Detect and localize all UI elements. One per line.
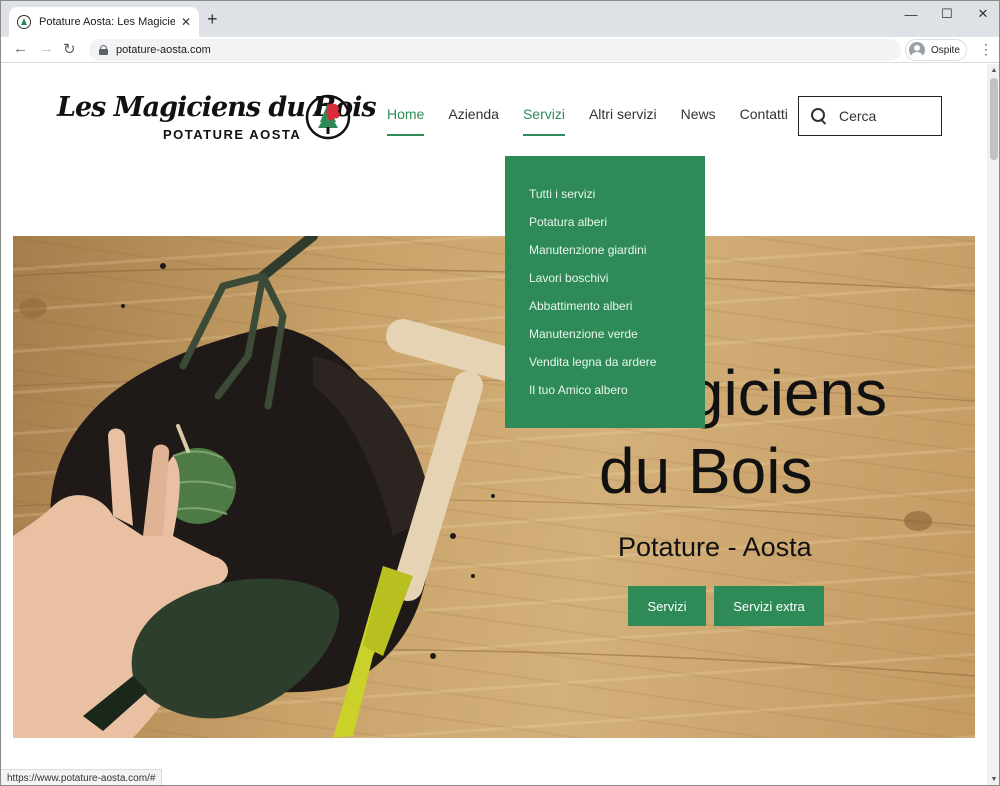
nav-altri-servizi[interactable]: Altri servizi	[589, 106, 657, 136]
servizi-button[interactable]: Servizi	[628, 586, 706, 626]
hero-title-line-3: du Bois	[599, 435, 813, 507]
dropdown-item-amico-albero[interactable]: Il tuo Amico albero	[505, 382, 705, 410]
dropdown-item-abbattimento-alberi[interactable]: Abbattimento alberi	[505, 298, 705, 326]
tab-strip: Potature Aosta: Les Magiciens du ✕ + — ☐…	[1, 1, 999, 37]
servizi-dropdown-menu: Tutti i servizi Potatura alberi Manutenz…	[505, 156, 705, 428]
dropdown-item-manutenzione-verde[interactable]: Manutenzione verde	[505, 326, 705, 354]
scroll-up-icon[interactable]: ▲	[987, 64, 999, 78]
main-navigation: Home Azienda Servizi Altri servizi News …	[387, 106, 812, 136]
address-url[interactable]: potature-aosta.com	[116, 44, 211, 56]
scroll-thumb[interactable]	[990, 78, 998, 160]
nav-servizi[interactable]: Servizi	[522, 106, 565, 136]
logo-emblem-icon	[305, 94, 351, 140]
browser-menu-icon[interactable]: ⋮	[979, 41, 993, 58]
new-tab-button[interactable]: +	[207, 9, 218, 30]
favicon-icon	[17, 15, 31, 29]
browser-tab[interactable]: Potature Aosta: Les Magiciens du ✕	[9, 7, 199, 37]
link-status-bar: https://www.potature-aosta.com/#	[1, 769, 163, 785]
page-viewport: Les Magiciens du Bois POTATURE AOSTA Hom…	[1, 64, 999, 785]
close-window-button[interactable]: ✕	[965, 1, 999, 27]
browser-toolbar: ← → ↻ potature-aosta.com Ospite ⋮	[1, 37, 999, 63]
servizi-extra-button[interactable]: Servizi extra	[714, 586, 824, 626]
lock-icon	[99, 45, 108, 55]
scroll-down-icon[interactable]: ▼	[987, 773, 999, 785]
back-button[interactable]: ←	[13, 40, 28, 57]
dropdown-item-manutenzione-giardini[interactable]: Manutenzione giardini	[505, 242, 705, 270]
nav-azienda[interactable]: Azienda	[448, 106, 499, 136]
dropdown-item-tutti-i-servizi[interactable]: Tutti i servizi	[505, 186, 705, 214]
dropdown-item-vendita-legna[interactable]: Vendita legna da ardere	[505, 354, 705, 382]
site-logo[interactable]: Les Magiciens du Bois POTATURE AOSTA	[57, 92, 377, 144]
profile-label: Ospite	[931, 44, 960, 56]
profile-avatar-icon	[909, 42, 925, 58]
page-scrollbar[interactable]: ▲ ▼	[987, 64, 999, 785]
dropdown-item-lavori-boschivi[interactable]: Lavori boschivi	[505, 270, 705, 298]
browser-window: Potature Aosta: Les Magiciens du ✕ + — ☐…	[0, 0, 1000, 786]
logo-subtitle: POTATURE AOSTA	[163, 127, 302, 142]
tab-close-icon[interactable]: ✕	[181, 15, 191, 29]
address-bar[interactable]: potature-aosta.com	[89, 39, 901, 61]
minimize-button[interactable]: —	[893, 1, 929, 27]
hero-banner: Les Magiciens du Bois Potature - Aosta S…	[13, 236, 975, 738]
forward-button[interactable]: →	[39, 40, 54, 57]
search-box[interactable]	[798, 96, 942, 136]
window-controls: — ☐ ✕	[893, 1, 999, 31]
search-input[interactable]	[839, 108, 929, 124]
hero-subtitle: Potature - Aosta	[618, 532, 812, 562]
tab-title: Potature Aosta: Les Magiciens du	[39, 16, 175, 28]
search-icon[interactable]	[811, 108, 827, 124]
nav-news[interactable]: News	[681, 106, 716, 136]
nav-contatti[interactable]: Contatti	[740, 106, 788, 136]
hero-buttons: Servizi Servizi extra	[628, 586, 832, 626]
dropdown-item-potatura-alberi[interactable]: Potatura alberi	[505, 214, 705, 242]
nav-home[interactable]: Home	[387, 106, 425, 136]
maximize-button[interactable]: ☐	[929, 1, 965, 27]
profile-button[interactable]: Ospite	[905, 39, 967, 61]
reload-button[interactable]: ↻	[63, 40, 76, 58]
